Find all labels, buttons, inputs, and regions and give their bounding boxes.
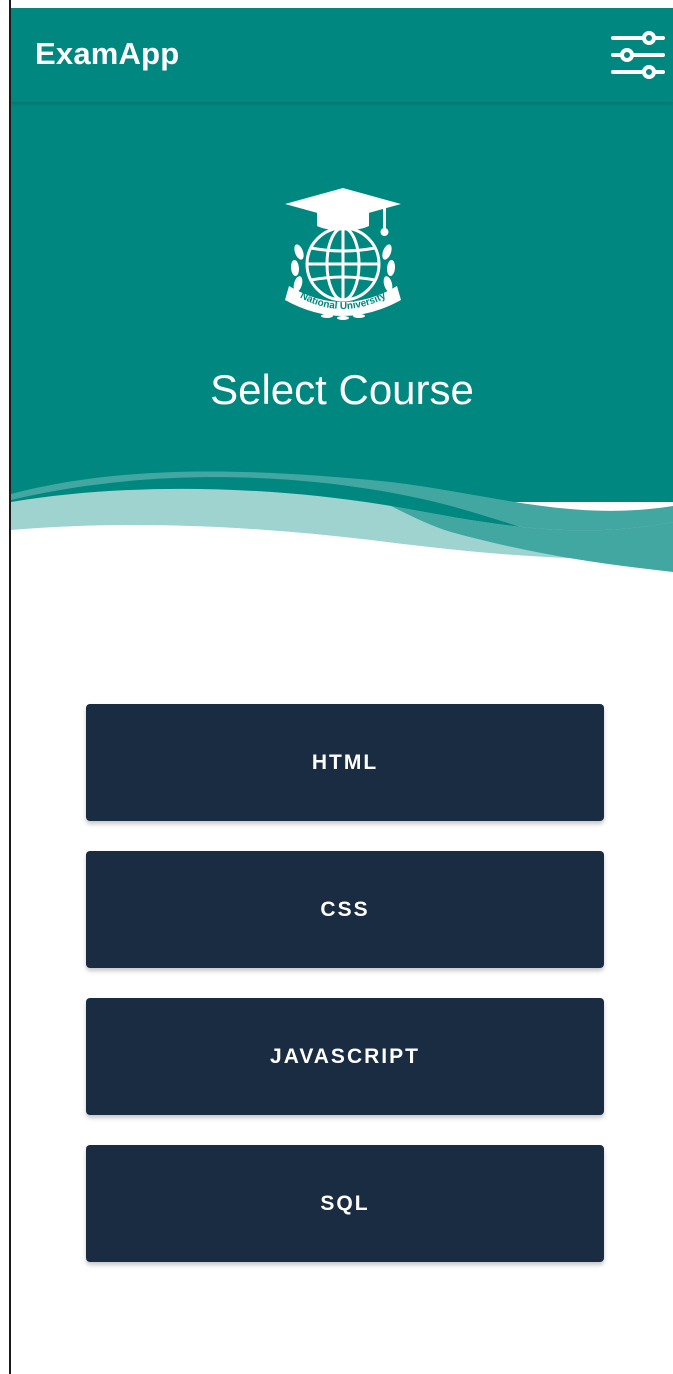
hero-wave-background bbox=[11, 102, 673, 582]
course-button-sql[interactable]: SQL bbox=[86, 1145, 604, 1262]
university-logo: National University bbox=[285, 188, 401, 320]
window-top-edge bbox=[0, 0, 673, 8]
page-title: Select Course bbox=[210, 366, 474, 413]
app-screen: ExamApp National University Select Cours… bbox=[0, 0, 673, 1374]
window-left-edge bbox=[0, 0, 11, 1374]
app-bar: ExamApp bbox=[11, 8, 673, 102]
hero-header: National University Select Course bbox=[11, 102, 673, 582]
course-list: HTML CSS JAVASCRIPT SQL bbox=[86, 704, 604, 1292]
course-button-html[interactable]: HTML bbox=[86, 704, 604, 821]
app-title: ExamApp bbox=[35, 36, 180, 71]
settings-button[interactable] bbox=[609, 26, 667, 84]
sliders-icon bbox=[611, 31, 665, 79]
course-button-javascript[interactable]: JAVASCRIPT bbox=[86, 998, 604, 1115]
course-button-css[interactable]: CSS bbox=[86, 851, 604, 968]
